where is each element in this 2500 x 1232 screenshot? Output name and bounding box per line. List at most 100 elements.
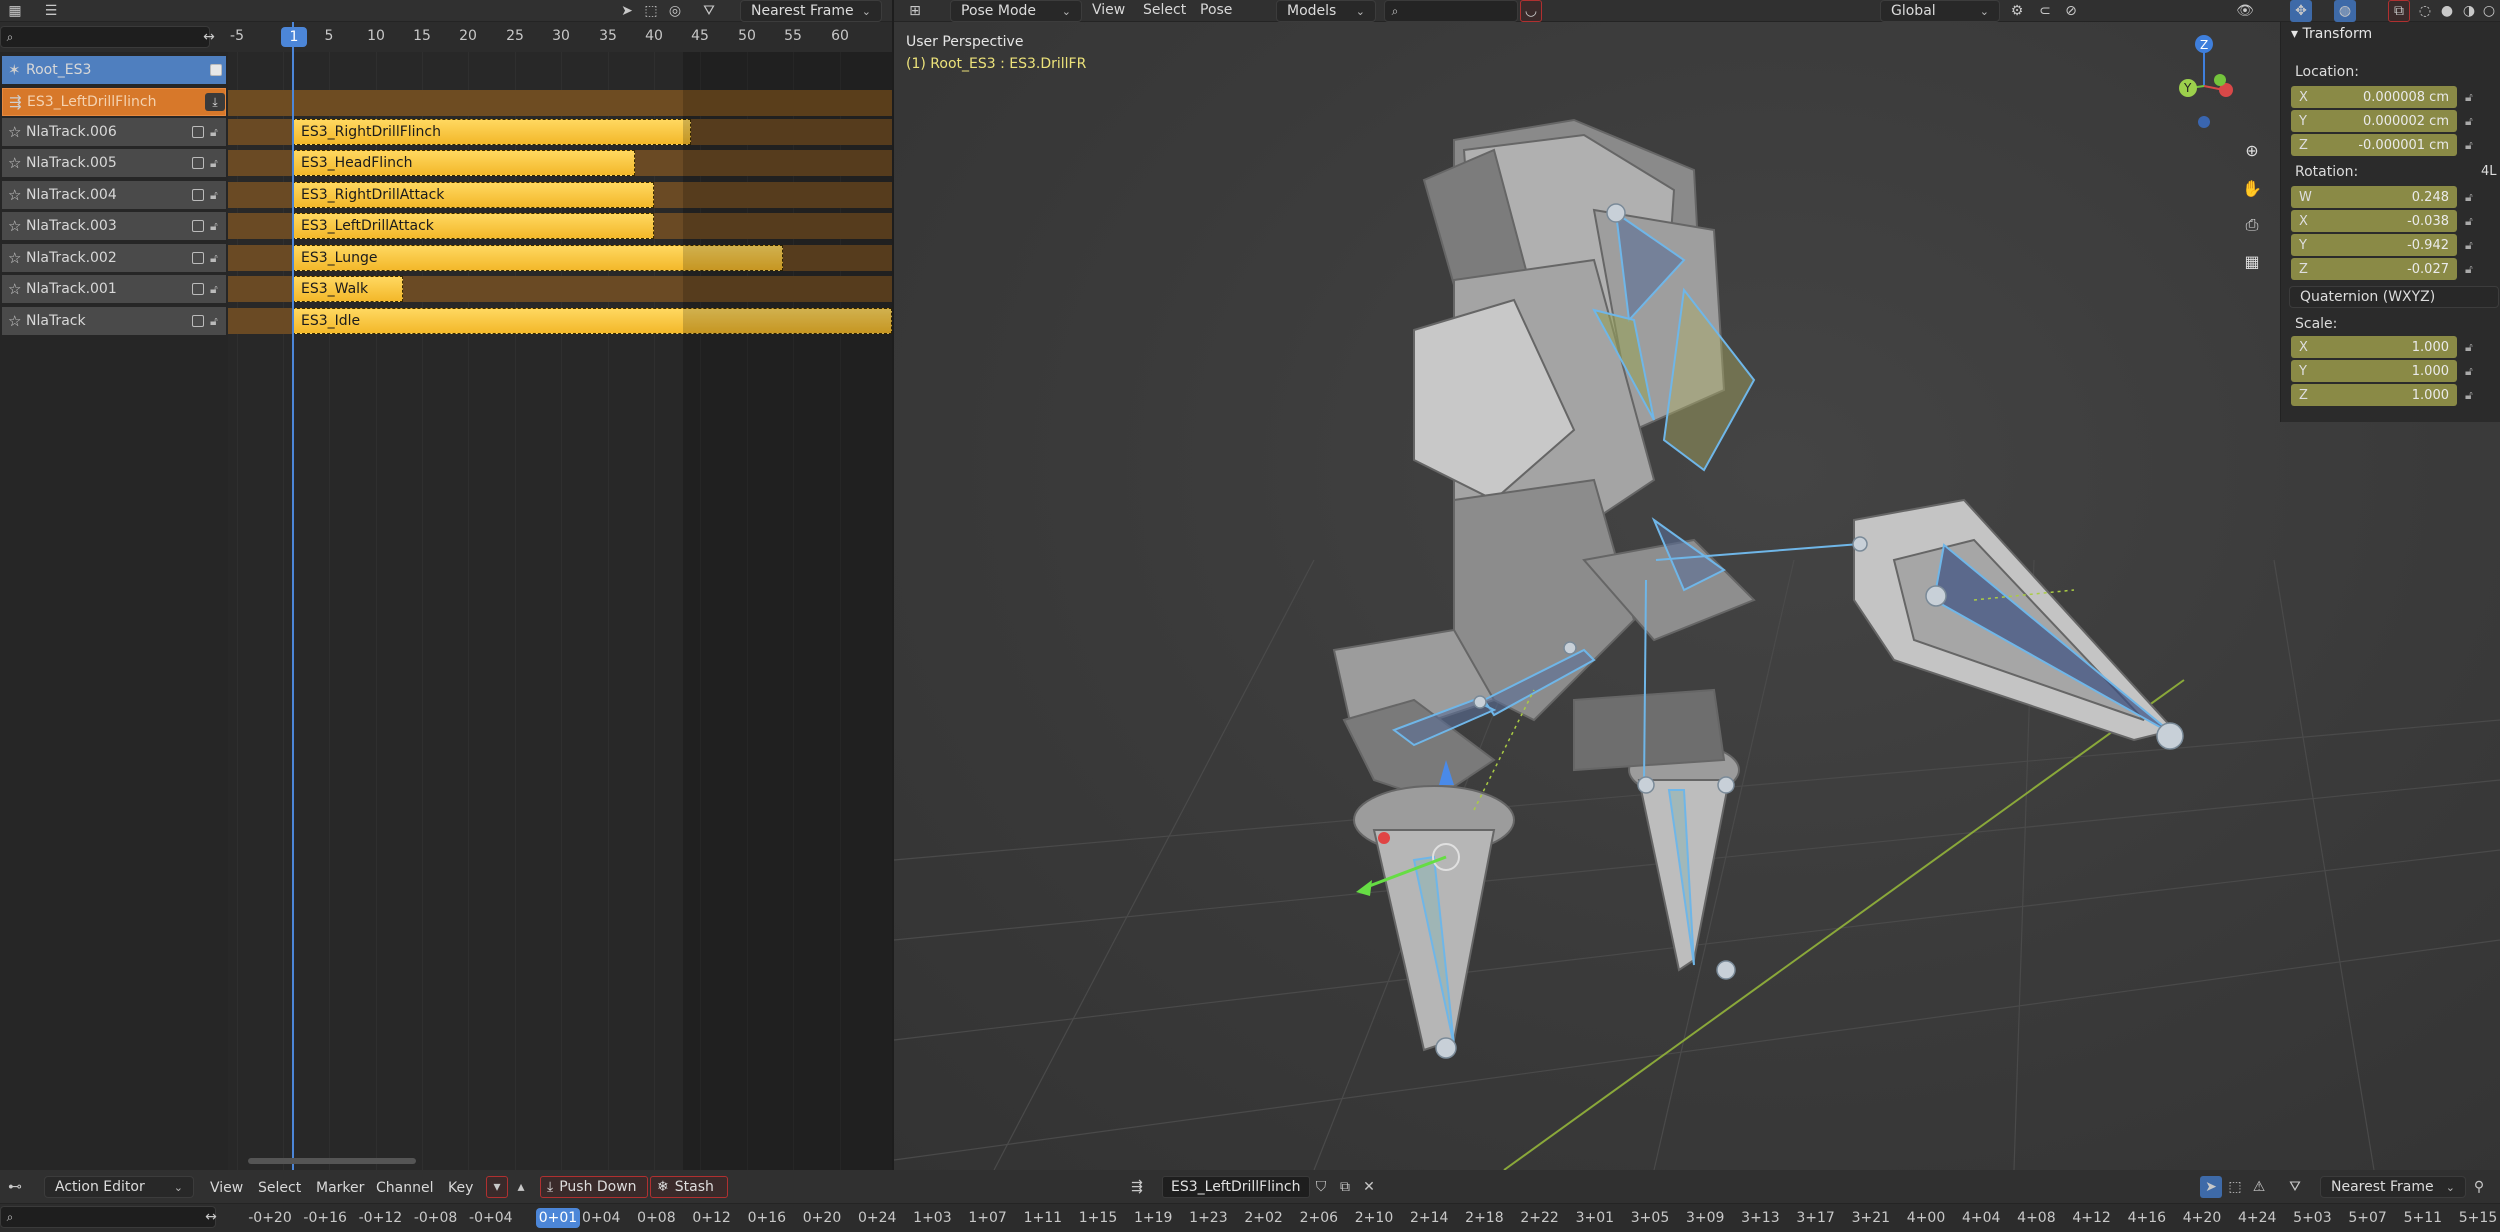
- material-shading-icon[interactable]: ◑: [2458, 0, 2480, 22]
- lock-icon[interactable]: 🔓︎: [210, 188, 218, 203]
- solo-star-icon[interactable]: ☆: [8, 312, 26, 330]
- lock-icon[interactable]: 🔓︎: [210, 125, 218, 140]
- menu-view[interactable]: View: [1092, 2, 1125, 18]
- menu-marker[interactable]: Marker: [316, 1180, 364, 1196]
- lock-icon[interactable]: 🔓︎: [2465, 138, 2473, 153]
- nla-strip[interactable]: ES3_Walk: [292, 276, 404, 302]
- lock-icon[interactable]: 🔓︎: [210, 219, 218, 234]
- active-action-channel[interactable]: ⇶ ES3_LeftDrillFlinch ⤓: [2, 88, 226, 116]
- lock-icon[interactable]: 🔓︎: [2465, 214, 2473, 229]
- location-x-field[interactable]: X 0.000008 cm: [2291, 86, 2457, 108]
- nla-track-channel[interactable]: ☆ NlaTrack 🔓︎: [2, 307, 226, 335]
- menu-pose[interactable]: Pose: [1200, 2, 1232, 18]
- snap-dropdown[interactable]: Nearest Frame ⌄: [2320, 1176, 2466, 1198]
- solo-star-icon[interactable]: ☆: [8, 154, 26, 172]
- push-down-button[interactable]: ⤓ Push Down: [540, 1176, 648, 1198]
- solo-star-icon[interactable]: ☆: [8, 217, 26, 235]
- select-cursor-icon[interactable]: ➤: [616, 0, 638, 22]
- swap-icon[interactable]: ↔: [198, 26, 220, 48]
- lock-icon[interactable]: 🔓︎: [210, 156, 218, 171]
- lock-icon[interactable]: 🔓︎: [210, 282, 218, 297]
- lock-icon[interactable]: 🔓︎: [210, 251, 218, 266]
- filter-icon[interactable]: ⛛: [698, 0, 720, 22]
- rotation-mode-dropdown[interactable]: Quaternion (WXYZ): [2289, 286, 2499, 308]
- editor-mode-dropdown[interactable]: Action Editor ⌄: [44, 1176, 194, 1198]
- channel-search-input[interactable]: ⌕: [0, 26, 210, 48]
- warning-icon[interactable]: ⚠: [2248, 1176, 2270, 1198]
- unlink-close-icon[interactable]: ✕: [1358, 1176, 1380, 1198]
- fake-user-shield-icon[interactable]: ⛉: [1310, 1176, 1332, 1198]
- hamburger-menu-icon[interactable]: ☰: [40, 0, 62, 22]
- solo-star-icon[interactable]: ☆: [8, 249, 26, 267]
- camera-icon[interactable]: ⎙: [2239, 212, 2265, 238]
- visibility-icon[interactable]: 👁︎: [2234, 0, 2256, 22]
- rotation-z-field[interactable]: Z -0.027: [2291, 258, 2457, 280]
- overlay-toggle-icon[interactable]: ◍: [2334, 0, 2356, 22]
- editor-options-icon[interactable]: ⚲: [2468, 1176, 2490, 1198]
- action-browse-icon[interactable]: ⇶: [1126, 1176, 1148, 1198]
- mute-checkbox[interactable]: [192, 126, 204, 138]
- current-frame-badge[interactable]: 0+01: [536, 1208, 580, 1228]
- xray-toggle-icon[interactable]: ◡: [1520, 0, 1542, 22]
- nla-track-channel[interactable]: ☆ NlaTrack.006 🔓︎: [2, 118, 226, 146]
- snap-magnet-icon[interactable]: ⊂: [2034, 0, 2056, 22]
- object-channel-root[interactable]: ✶ Root_ES3: [2, 56, 226, 84]
- rotation-x-field[interactable]: X -0.038: [2291, 210, 2457, 232]
- transform-orientation-dropdown[interactable]: Global ⌄: [1880, 0, 2000, 22]
- move-up-icon[interactable]: ▴: [510, 1176, 532, 1198]
- gizmo-toggle-icon[interactable]: ✥: [2290, 0, 2312, 22]
- lock-icon[interactable]: 🔓︎: [2465, 238, 2473, 253]
- solo-star-icon[interactable]: ☆: [8, 280, 26, 298]
- lock-icon[interactable]: 🔓︎: [2465, 90, 2473, 105]
- lock-icon[interactable]: 🔓︎: [210, 314, 218, 329]
- mute-checkbox[interactable]: [192, 157, 204, 169]
- scale-y-field[interactable]: Y 1.000: [2291, 360, 2457, 382]
- select-cursor-icon[interactable]: ➤: [2200, 1176, 2222, 1198]
- channel-search-input[interactable]: ⌕: [0, 1206, 216, 1228]
- move-down-icon[interactable]: ▾: [486, 1176, 508, 1198]
- menu-channel[interactable]: Channel: [376, 1180, 433, 1196]
- navigation-gizmo[interactable]: Z Y: [2174, 30, 2254, 130]
- push-down-icon[interactable]: ⤓: [205, 93, 225, 111]
- duplicate-action-icon[interactable]: ⧉: [1334, 1176, 1356, 1198]
- ortho-grid-icon[interactable]: ▦: [2239, 248, 2265, 274]
- lock-icon[interactable]: 🔓︎: [2465, 364, 2473, 379]
- nla-track-channel[interactable]: ☆ NlaTrack.002 🔓︎: [2, 244, 226, 272]
- swap-icon[interactable]: ↔: [200, 1206, 222, 1228]
- mute-checkbox[interactable]: [192, 189, 204, 201]
- lock-icon[interactable]: 🔓︎: [2465, 388, 2473, 403]
- box-select-icon[interactable]: ⬚: [2224, 1176, 2246, 1198]
- mode-dropdown[interactable]: Pose Mode ⌄: [950, 0, 1082, 22]
- stash-button[interactable]: ❄ Stash: [650, 1176, 728, 1198]
- action-editor-ruler[interactable]: ⌕ ↔ -0+20-0+16-0+12-0+08-0+0400+040+080+…: [0, 1204, 2500, 1232]
- menu-view[interactable]: View: [210, 1180, 243, 1196]
- mute-checkbox[interactable]: [192, 283, 204, 295]
- lock-icon[interactable]: 🔓︎: [2465, 262, 2473, 277]
- box-select-icon[interactable]: ⬚: [640, 0, 662, 22]
- menu-select[interactable]: Select: [1143, 2, 1186, 18]
- mute-checkbox[interactable]: [192, 220, 204, 232]
- editor-type-icon[interactable]: ⊷: [4, 1176, 26, 1198]
- nla-frame-ruler[interactable]: ⌕ ↔ -5 5 10 15 20 25 30 35 40 45 50 55 6…: [0, 22, 892, 52]
- action-name-field[interactable]: ES3_LeftDrillFlinch: [1162, 1176, 1310, 1198]
- current-frame-badge[interactable]: 1: [281, 27, 307, 47]
- scale-z-field[interactable]: Z 1.000: [2291, 384, 2457, 406]
- nla-strip[interactable]: ES3_RightDrillAttack: [292, 182, 654, 208]
- location-y-field[interactable]: Y 0.000002 cm: [2291, 110, 2457, 132]
- lock-icon[interactable]: 🔓︎: [2465, 114, 2473, 129]
- nla-track-channel[interactable]: ☆ NlaTrack.003 🔓︎: [2, 212, 226, 240]
- mute-checkbox[interactable]: [192, 315, 204, 327]
- pan-hand-icon[interactable]: ✋: [2239, 175, 2265, 201]
- rotation-w-field[interactable]: W 0.248: [2291, 186, 2457, 208]
- proportional-edit-icon[interactable]: ⊘: [2060, 0, 2082, 22]
- editor-type-icon[interactable]: ⊞: [904, 0, 926, 22]
- solid-shading-icon[interactable]: ●: [2436, 0, 2458, 22]
- rotation-y-field[interactable]: Y -0.942: [2291, 234, 2457, 256]
- rotation-lock-4l[interactable]: 4L: [2481, 164, 2497, 179]
- lock-icon[interactable]: 🔓︎: [2465, 190, 2473, 205]
- solo-star-icon[interactable]: ☆: [8, 186, 26, 204]
- zoom-icon[interactable]: ⊕: [2239, 137, 2265, 163]
- mute-checkbox[interactable]: [192, 252, 204, 264]
- menu-key[interactable]: Key: [448, 1180, 473, 1196]
- nla-strip[interactable]: ES3_HeadFlinch: [292, 150, 635, 176]
